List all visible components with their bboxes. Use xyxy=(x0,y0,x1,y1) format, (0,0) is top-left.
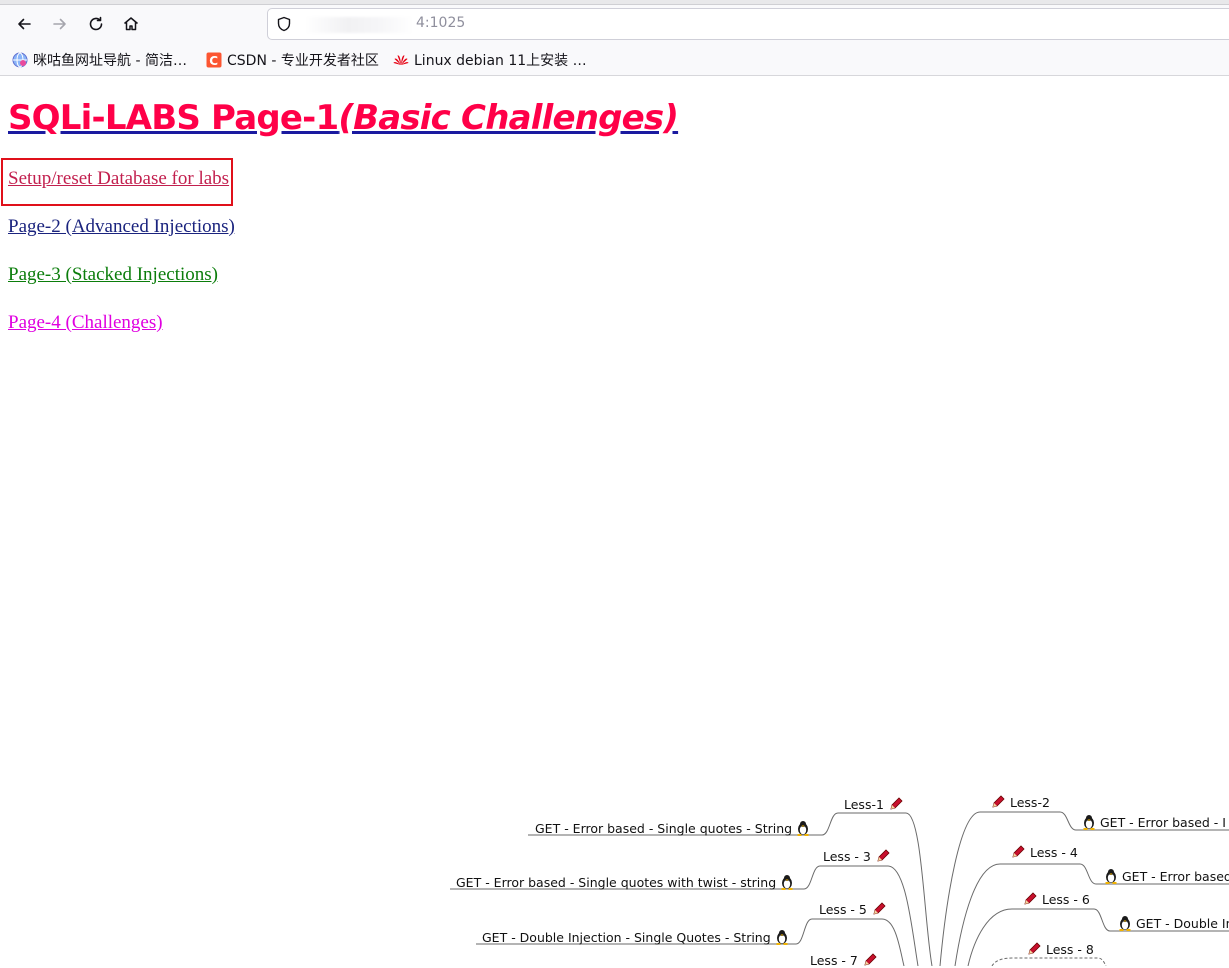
svg-text:C: C xyxy=(209,54,218,68)
reload-button[interactable] xyxy=(82,11,110,37)
huawei-icon xyxy=(393,55,409,65)
mind-map-desc-less-1: GET - Error based - Single quotes - Stri… xyxy=(535,820,810,836)
mind-map-node-less-3: Less - 3 xyxy=(823,848,891,864)
pencil-icon xyxy=(1024,892,1037,905)
navigation-toolbar: 4:1025 xyxy=(0,5,1229,43)
home-icon xyxy=(124,17,138,31)
mind-map-node-less-1: Less-1 xyxy=(844,796,904,812)
pencil-icon xyxy=(873,902,886,915)
penguin-icon xyxy=(1105,869,1117,884)
challenge-mind-map: Less-1 GET - Error based - Single quotes… xyxy=(0,780,1229,968)
address-bar[interactable]: 4:1025 xyxy=(267,8,1229,40)
bookmark-migu[interactable]: 咪咕鱼网址导航 - 简洁… xyxy=(12,50,187,70)
pencil-icon xyxy=(1028,942,1041,955)
page-2-link[interactable]: Page-2 (Advanced Injections) xyxy=(8,216,235,238)
csdn-icon: C xyxy=(206,52,222,68)
mind-map-desc-less-2: GET - Error based - I xyxy=(1082,814,1226,830)
page-4-link[interactable]: Page-4 (Challenges) xyxy=(8,312,163,334)
node-description: GET - Error based xyxy=(1121,869,1229,884)
redacted-host xyxy=(304,17,414,33)
bookmark-label: 咪咕鱼网址导航 - 简洁… xyxy=(33,53,187,69)
bookmark-label: Linux debian 11上安装 … xyxy=(414,53,587,69)
node-description: GET - Double In xyxy=(1135,916,1229,931)
page-3-link[interactable]: Page-3 (Stacked Injections) xyxy=(8,264,218,286)
page-title-subtitle: (Basic Challenges) xyxy=(338,98,679,138)
mind-map-node-less-6: Less - 6 xyxy=(1022,891,1090,907)
bookmark-linux-debian[interactable]: Linux debian 11上安装 … xyxy=(393,50,587,70)
pencil-icon xyxy=(877,849,890,862)
penguin-icon xyxy=(776,930,788,945)
node-description: GET - Error based - Single quotes - Stri… xyxy=(535,821,793,836)
forward-button[interactable] xyxy=(46,11,74,37)
mind-map-node-less-8: Less - 8 xyxy=(1026,941,1094,957)
url-text[interactable]: 4:1025 xyxy=(416,15,465,31)
globe-icon xyxy=(12,52,28,68)
back-button[interactable] xyxy=(10,11,38,37)
node-label: Less-1 xyxy=(844,797,884,812)
node-label: Less - 8 xyxy=(1045,942,1094,957)
node-label: Less - 3 xyxy=(823,849,871,864)
node-description: GET - Error based - Single quotes with t… xyxy=(456,875,777,890)
mind-map-node-less-2: Less-2 xyxy=(990,794,1050,810)
mind-map-desc-less-6: GET - Double In xyxy=(1118,915,1229,931)
page-title: SQLi-LABS Page-1(Basic Challenges) xyxy=(8,98,679,138)
shield-icon[interactable] xyxy=(276,16,292,32)
mind-map-node-less-5: Less - 5 xyxy=(819,901,887,917)
back-arrow-icon xyxy=(18,18,31,30)
mind-map-node-less-4: Less - 4 xyxy=(1010,844,1078,860)
bookmarks-toolbar: 咪咕鱼网址导航 - 简洁… C CSDN - 专业开发者社区 Linux deb… xyxy=(0,43,1229,76)
bookmark-csdn[interactable]: C CSDN - 专业开发者社区 xyxy=(206,50,379,70)
mind-map-desc-less-3: GET - Error based - Single quotes with t… xyxy=(456,874,794,890)
node-label: Less-2 xyxy=(1009,795,1050,810)
page-title-main: SQLi-LABS Page-1 xyxy=(8,98,339,138)
pencil-icon xyxy=(1012,845,1025,858)
home-button[interactable] xyxy=(117,11,145,37)
mind-map-desc-less-4: GET - Error based xyxy=(1104,868,1229,884)
node-description: GET - Error based - I xyxy=(1099,815,1226,830)
node-label: Less - 4 xyxy=(1029,845,1078,860)
node-label: Less - 6 xyxy=(1041,892,1090,907)
penguin-icon xyxy=(781,875,793,890)
penguin-icon xyxy=(797,821,809,836)
penguin-icon xyxy=(1083,815,1095,830)
penguin-icon xyxy=(1119,916,1131,931)
pencil-icon xyxy=(890,797,903,810)
pencil-icon xyxy=(992,795,1005,808)
reload-icon xyxy=(89,16,103,31)
mind-map-desc-less-5: GET - Double Injection - Single Quotes -… xyxy=(482,929,789,945)
setup-reset-database-link[interactable]: Setup/reset Database for labs xyxy=(8,168,229,190)
bookmark-label: CSDN - 专业开发者社区 xyxy=(227,53,379,69)
forward-arrow-icon xyxy=(53,18,66,30)
node-description: GET - Double Injection - Single Quotes -… xyxy=(482,930,771,945)
node-label: Less - 5 xyxy=(819,902,867,917)
